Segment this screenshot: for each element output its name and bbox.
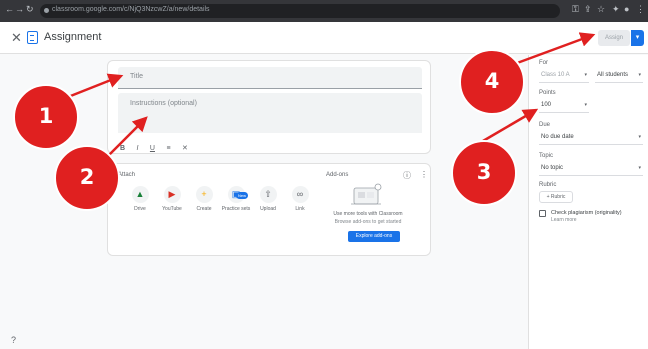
callout-4: 4 xyxy=(459,49,525,115)
callout-1: 1 xyxy=(13,84,79,150)
callout-2: 2 xyxy=(54,145,120,211)
arrow-4 xyxy=(508,32,596,68)
arrow-1 xyxy=(67,73,124,99)
callout-3: 3 xyxy=(451,140,517,206)
